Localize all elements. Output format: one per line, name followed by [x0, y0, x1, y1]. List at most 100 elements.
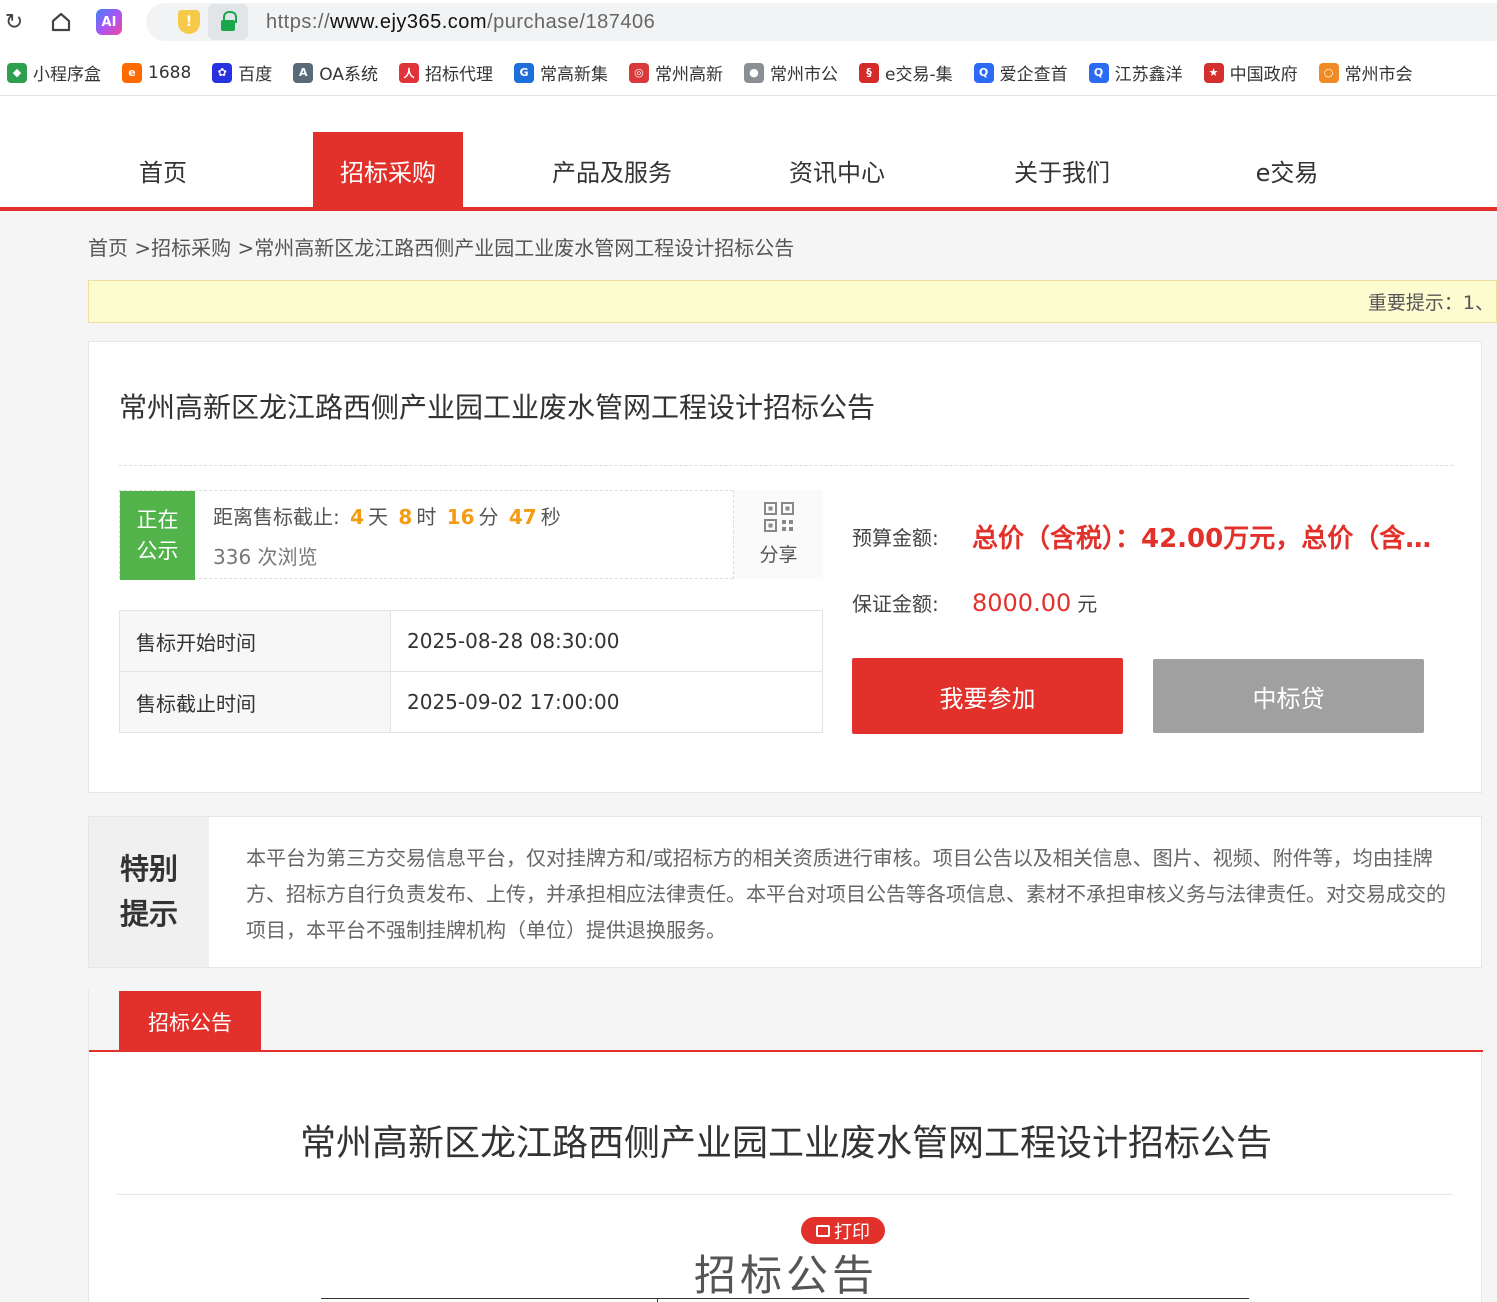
time-value: 2025-08-28 08:30:00	[390, 610, 823, 672]
divider	[117, 1194, 1453, 1195]
bookmark-label: 中国政府	[1229, 65, 1298, 85]
browser-address-bar: ↻ AI ! https://www.ejy365.com/purchase/1…	[0, 0, 1497, 44]
qr-code-icon	[763, 502, 794, 532]
countdown-hours: 8	[398, 505, 413, 529]
countdown-minutes: 16	[446, 505, 475, 529]
nav-etrade[interactable]: e交易	[1212, 132, 1362, 209]
url-field[interactable]: ! https://www.ejy365.com/purchase/187406	[146, 3, 1497, 41]
1688-icon: e	[122, 62, 142, 83]
emblem-icon: ★	[1203, 62, 1224, 83]
bookmark-item[interactable]: § e交易-集	[858, 50, 953, 96]
time-value: 2025-09-02 17:00:00	[390, 671, 823, 733]
bookmark-label: e交易-集	[884, 65, 953, 85]
announcement-tabbar: 招标公告	[89, 990, 1483, 1052]
countdown-seconds: 47	[508, 505, 537, 529]
bookmarks-bar: ◆ 小程序盒 e 1688 ✿ 百度 A OA系统人招标代理 G 常高新集 ◎ 常州高新 ● 常州市公 § e…	[0, 50, 1497, 96]
ai-assistant-icon[interactable]: AI	[96, 9, 122, 35]
sale-time-table: 售标开始时间 2025-08-28 08:30:00 售标截止时间 2025-0…	[119, 610, 823, 733]
nav-about[interactable]: 关于我们	[987, 132, 1137, 209]
countdown-days: 4	[350, 505, 365, 529]
bookmark-label: 常州高新	[654, 65, 723, 85]
pdf-icon: 人	[398, 62, 419, 83]
bookmark-item[interactable]: G 常高新集	[513, 50, 608, 96]
bookmark-label: 江苏鑫洋	[1114, 65, 1183, 85]
document-heading: 招标公告	[693, 1251, 878, 1300]
notice-marquee: 重要提示：1、	[88, 280, 1497, 323]
bookmark-item[interactable]: A OA系统	[293, 50, 378, 96]
deposit-row: 保证金额: 8000.00 元	[852, 588, 1097, 617]
lock-icon[interactable]	[208, 4, 248, 40]
deposit-value: 8000.00	[972, 588, 1072, 617]
deposit-label: 保证金额:	[852, 592, 939, 616]
baidu-paw-icon: ✿	[212, 62, 233, 83]
bookmark-label: 小程序盒	[33, 65, 101, 85]
bookmark-item[interactable]: Q 江苏鑫洋	[1088, 50, 1183, 96]
time-label: 售标截止时间	[119, 671, 391, 733]
security-shield-icon[interactable]: !	[178, 10, 200, 34]
home-icon[interactable]	[49, 10, 73, 34]
table-row: 售标开始时间 2025-08-28 08:30:00	[119, 610, 823, 672]
bookmark-label: 招标代理	[424, 65, 493, 85]
bookmark-label: 常州市会	[1344, 65, 1413, 85]
aiqicha-icon: Q	[1088, 62, 1109, 83]
budget-label: 预算金额:	[852, 526, 939, 550]
nav-news[interactable]: 资讯中心	[762, 132, 912, 209]
tab-announcement[interactable]: 招标公告	[119, 991, 261, 1052]
bookmark-label: 常高新集	[539, 65, 608, 85]
aiqicha-icon: Q	[973, 62, 994, 83]
bookmark-label: 爱企查首	[999, 65, 1068, 85]
bookmark-item[interactable]: 人招标代理	[398, 50, 493, 96]
bookmark-label: OA系统	[319, 65, 378, 85]
notice-text: 重要提示：1、	[1367, 292, 1494, 314]
bookmark-label: 百度	[238, 65, 273, 85]
table-row: 售标截止时间 2025-09-02 17:00:00	[119, 671, 823, 733]
share-button[interactable]: 分享	[733, 490, 823, 579]
bid-loan-button[interactable]: 中标贷	[1153, 659, 1424, 733]
print-button[interactable]: 打印	[801, 1217, 885, 1244]
changzhou-gaoxin-icon: ◎	[628, 62, 649, 83]
nav-products[interactable]: 产品及服务	[537, 132, 687, 209]
ejiaoyi-icon: §	[858, 62, 879, 83]
miniprogram-icon: ◆	[7, 62, 27, 83]
countdown: 距离售标截止: 4天 8时 16 分 47 秒	[213, 505, 561, 529]
announcement-section: 招标公告 常州高新区龙江路西侧产业园工业废水管网工程设计招标公告 打印 招标公告	[88, 990, 1483, 1302]
bookmark-label: 1688	[148, 62, 192, 83]
nav-home[interactable]: 首页	[88, 132, 238, 209]
deposit-unit: 元	[1077, 592, 1098, 616]
bookmark-item[interactable]: ● 常州市公	[743, 50, 838, 96]
announcement-title: 常州高新区龙江路西侧产业园工业废水管网工程设计招标公告	[299, 1123, 1272, 1164]
join-button[interactable]: 我要参加	[852, 658, 1123, 734]
bookmark-item[interactable]: e 1688	[122, 50, 191, 96]
changzhou-hui-icon: ○	[1318, 62, 1339, 83]
bookmark-item[interactable]: ○ 常州市会	[1318, 50, 1413, 96]
breadcrumb[interactable]: 首页 >招标采购 >常州高新区龙江路西侧产业园工业废水管网工程设计招标公告	[88, 232, 794, 261]
special-tip-heading: 特别 提示	[89, 817, 209, 967]
budget-value: 总价（含税）：42.00万元，总价（含税）	[972, 524, 1432, 554]
bookmark-item[interactable]: ◎ 常州高新	[628, 50, 723, 96]
bookmark-item[interactable]: ★ 中国政府	[1203, 50, 1298, 96]
bookmark-item[interactable]: ◆ 小程序盒	[7, 50, 101, 96]
share-label: 分享	[759, 544, 798, 566]
divider	[119, 465, 1453, 466]
document-table	[321, 1298, 1249, 1302]
url-text[interactable]: https://www.ejy365.com/purchase/187406	[266, 11, 655, 34]
site-nav: 首页 招标采购 产品及服务 资讯中心 关于我们 e交易	[0, 132, 1497, 209]
reload-icon[interactable]: ↻	[2, 10, 26, 35]
bookmark-item[interactable]: ✿ 百度	[212, 50, 272, 96]
bookmark-item[interactable]: Q 爱企查首	[973, 50, 1068, 96]
globe-icon: ●	[743, 62, 764, 83]
changgaoxin-icon: G	[513, 62, 534, 83]
budget-row: 预算金额: 总价（含税）：42.00万元，总价（含税）	[852, 518, 1432, 555]
view-count: 336 次浏览	[213, 545, 318, 569]
special-tip: 特别 提示 本平台为第三方交易信息平台，仅对挂牌方和/或招标方的相关资质进行审核。…	[88, 816, 1482, 968]
oa-icon: A	[293, 62, 314, 83]
printer-icon	[816, 1224, 830, 1237]
project-card: 常州高新区龙江路西侧产业园工业废水管网工程设计招标公告 正在 公示 距离售标截止:…	[88, 341, 1482, 793]
time-label: 售标开始时间	[119, 610, 391, 672]
status-badge: 正在 公示	[120, 491, 195, 580]
nav-bidding[interactable]: 招标采购	[313, 132, 463, 209]
project-title: 常州高新区龙江路西侧产业园工业废水管网工程设计招标公告	[119, 391, 876, 424]
status-block: 正在 公示 距离售标截止: 4天 8时 16 分 47 秒 336 次浏览	[119, 490, 823, 580]
bookmark-label: 常州市公	[769, 65, 838, 85]
special-tip-text: 本平台为第三方交易信息平台，仅对挂牌方和/或招标方的相关资质进行审核。项目公告以…	[246, 846, 1446, 942]
